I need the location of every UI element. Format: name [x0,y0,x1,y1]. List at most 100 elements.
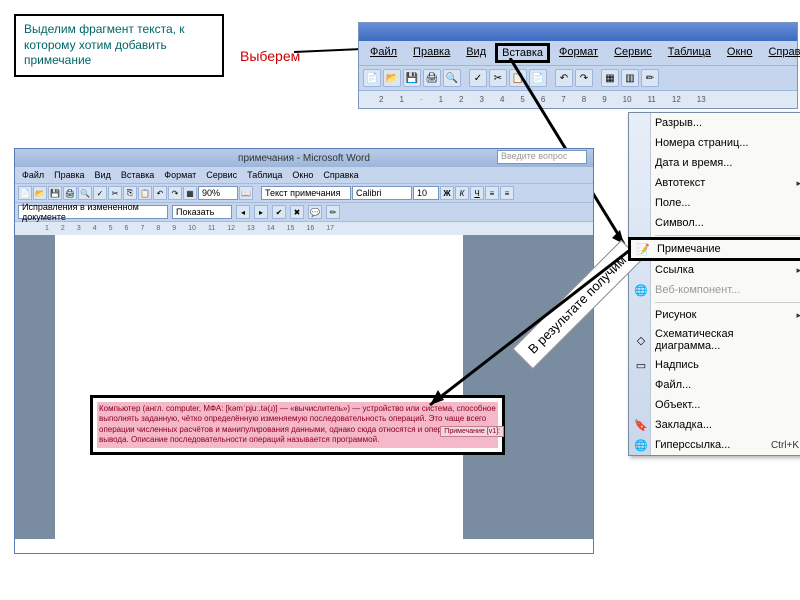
ww-new[interactable]: 📄 [18,186,32,200]
menu-window[interactable]: Окно [720,43,760,63]
dd-symbol[interactable]: Символ... [629,213,800,233]
drawing-button[interactable]: ✏ [641,69,659,87]
ww-align-center[interactable]: ≡ [500,186,514,200]
selected-text-block: Компьютер (англ. computer, МФА: [kəmˈpju… [90,395,505,455]
ww-reject[interactable]: ✖ [290,205,304,219]
menu-table[interactable]: Таблица [661,43,718,63]
spell-button[interactable]: ✓ [469,69,487,87]
ww-bold[interactable]: Ж [440,186,454,200]
dd-page-numbers[interactable]: Номера страниц... [629,133,800,153]
ww-size-combo[interactable]: 10 [413,186,439,200]
ww-cut[interactable]: ✂ [108,186,122,200]
menu-help[interactable]: Справка [761,43,800,63]
dd-break[interactable]: Разрыв... [629,113,800,133]
chevron-right-icon: ▸ [796,310,800,321]
ww-zoom[interactable]: 90% [198,186,238,200]
titlebar-strip [359,23,797,41]
ww-read[interactable]: 📖 [239,186,253,200]
ww-spell[interactable]: ✓ [93,186,107,200]
save-button[interactable]: 💾 [403,69,421,87]
ww-preview[interactable]: 🔍 [78,186,92,200]
ww-underline[interactable]: Ч [470,186,484,200]
shortcut-label: Ctrl+K [771,440,799,451]
menubar: Файл Правка Вид Вставка Формат Сервис Та… [359,41,797,65]
ww-print[interactable]: 🖨 [63,186,77,200]
menu-view[interactable]: Вид [459,43,493,63]
paste-button[interactable]: 📄 [529,69,547,87]
cut-button[interactable]: ✂ [489,69,507,87]
ww-accept[interactable]: ✔ [272,205,286,219]
dd-webcomponent: 🌐Веб-компонент... [629,280,800,300]
dd-field[interactable]: Поле... [629,193,800,213]
ww-review-toolbar: Исправления в измененном документе Показ… [15,202,593,221]
ww-paste[interactable]: 📋 [138,186,152,200]
copy-button[interactable]: 📋 [509,69,527,87]
dd-hyperlink[interactable]: 🌐Гиперссылка...Ctrl+K [629,435,800,455]
preview-button[interactable]: 🔍 [443,69,461,87]
undo-button[interactable]: ↶ [555,69,573,87]
ww-align-left[interactable]: ≡ [485,186,499,200]
comment-icon: 📝 [635,241,651,257]
annotation-text: Выделим фрагмент текста, к которому хоти… [24,22,185,67]
diagram-icon: ◇ [633,332,649,348]
ww-menu-file[interactable]: Файл [19,169,47,181]
ww-undo[interactable]: ↶ [153,186,167,200]
chevron-right-icon: ▸ [796,265,800,276]
dd-diagram[interactable]: ◇Схематическая диаграмма... [629,325,800,355]
ww-next-change[interactable]: ▸ [254,205,268,219]
insert-dropdown: Разрыв... Номера страниц... Дата и время… [628,112,800,456]
dd-reference[interactable]: Ссылка▸ [629,260,800,280]
ww-review-mode[interactable]: Исправления в измененном документе [18,205,168,219]
ww-italic[interactable]: К [455,186,469,200]
ww-new-comment[interactable]: 💬 [308,205,322,219]
word-window: примечания - Microsoft Word Введите вопр… [14,148,594,554]
ww-prev-change[interactable]: ◂ [236,205,250,219]
ww-menu-table[interactable]: Таблица [244,169,285,181]
dd-comment[interactable]: 📝Примечание [628,237,800,261]
new-button[interactable]: 📄 [363,69,381,87]
redo-button[interactable]: ↷ [575,69,593,87]
ww-menu-format[interactable]: Формат [161,169,199,181]
menu-edit[interactable]: Правка [406,43,457,63]
columns-button[interactable]: ▥ [621,69,639,87]
globe-icon: 🌐 [633,437,649,453]
dd-textbox[interactable]: ▭Надпись [629,355,800,375]
print-button[interactable]: 🖨 [423,69,441,87]
window-title: примечания - Microsoft Word [238,153,370,164]
dd-file[interactable]: Файл... [629,375,800,395]
open-button[interactable]: 📂 [383,69,401,87]
ww-page[interactable] [55,235,463,539]
dd-autotext[interactable]: Автотекст▸ [629,173,800,193]
menu-format[interactable]: Формат [552,43,605,63]
word-menubar-crop: Файл Правка Вид Вставка Формат Сервис Та… [358,22,798,109]
ww-font-combo[interactable]: Calibri [352,186,412,200]
menu-insert[interactable]: Вставка [495,43,550,63]
ww-menu-window[interactable]: Окно [289,169,316,181]
annotation-choose: Выберем [240,48,300,64]
ww-open[interactable]: 📂 [33,186,47,200]
dd-datetime[interactable]: Дата и время... [629,153,800,173]
ww-menu-help[interactable]: Справка [320,169,361,181]
comment-balloon[interactable]: Примечание [v1]: [440,426,504,437]
dd-object[interactable]: Объект... [629,395,800,415]
ww-menu-view[interactable]: Вид [92,169,114,181]
ww-menu-insert[interactable]: Вставка [118,169,157,181]
web-icon: 🌐 [633,282,649,298]
ww-style-combo[interactable]: Текст примечания [261,186,351,200]
ww-table[interactable]: ▦ [183,186,197,200]
ww-track[interactable]: ✏ [326,205,340,219]
ww-menu-edit[interactable]: Правка [51,169,87,181]
ww-body [15,235,593,539]
ww-show-combo[interactable]: Показать [172,205,232,219]
help-search-box[interactable]: Введите вопрос [497,150,587,164]
dd-bookmark[interactable]: 🔖Закладка... [629,415,800,435]
dd-picture[interactable]: Рисунок▸ [629,305,800,325]
highlighted-paragraph: Компьютер (англ. computer, МФА: [kəmˈpju… [97,402,498,448]
ww-copy[interactable]: ⎘ [123,186,137,200]
menu-tools[interactable]: Сервис [607,43,659,63]
ww-menu-tools[interactable]: Сервис [203,169,240,181]
ww-save[interactable]: 💾 [48,186,62,200]
table-button[interactable]: ▦ [601,69,619,87]
menu-file[interactable]: Файл [363,43,404,63]
ww-redo[interactable]: ↷ [168,186,182,200]
